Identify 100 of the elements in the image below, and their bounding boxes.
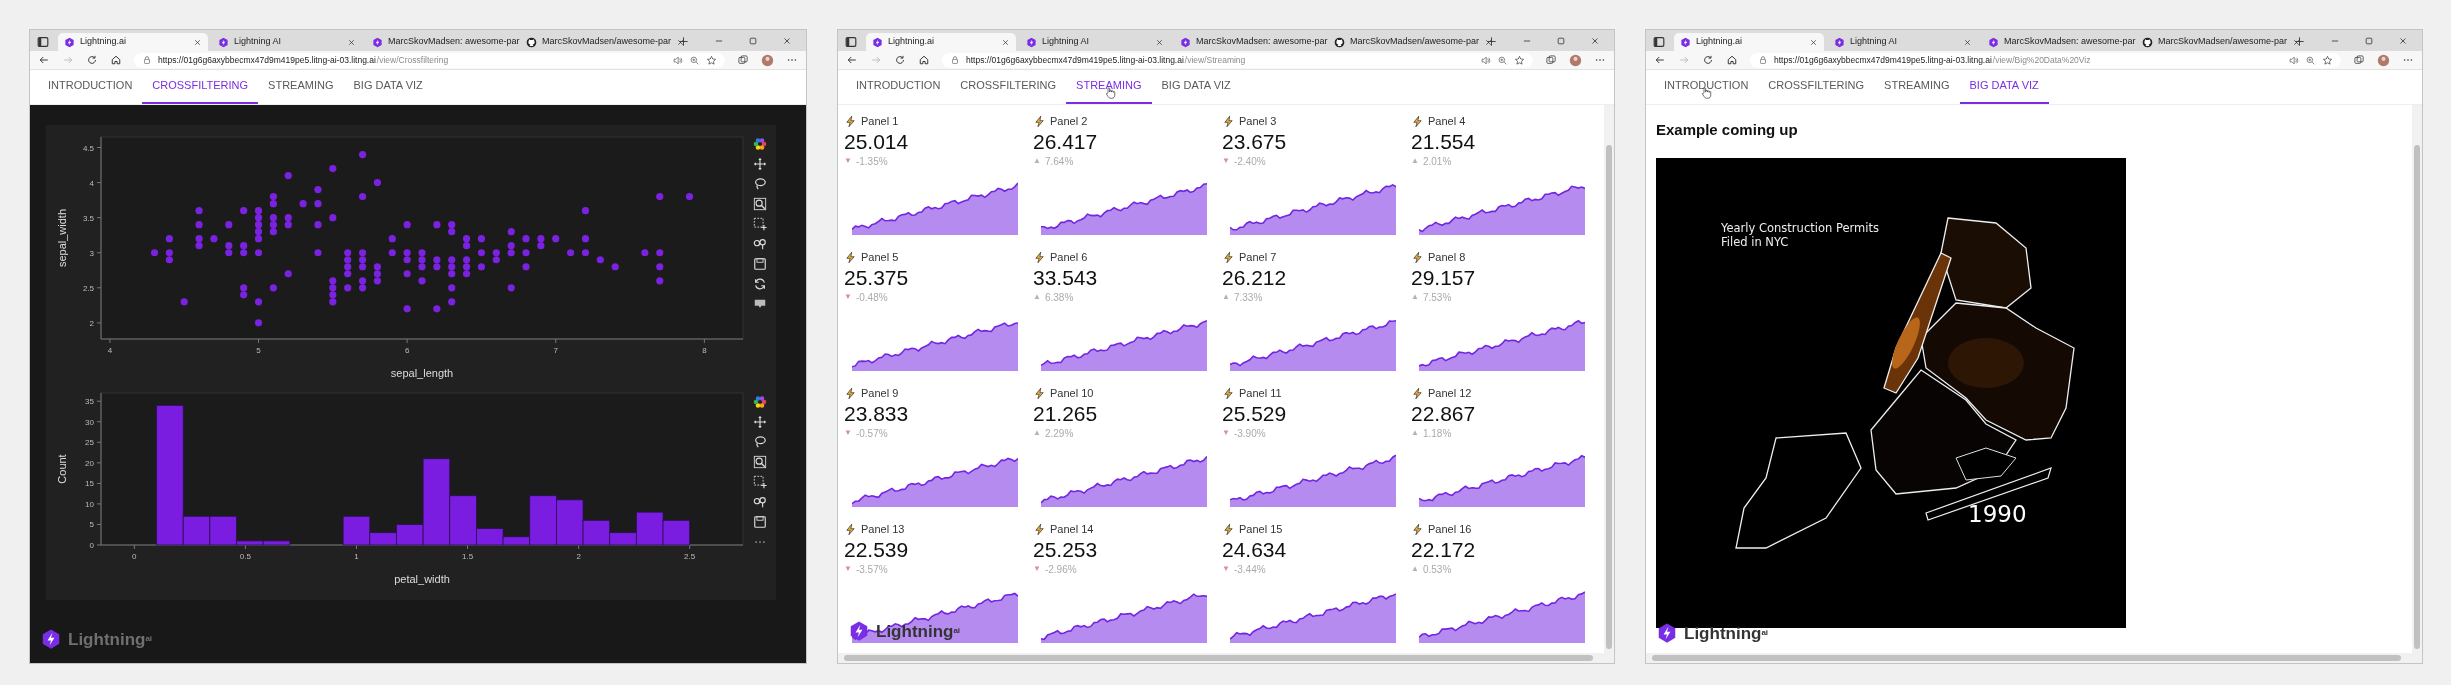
address-bar[interactable]: https://01g6g6axybbecmx47d9m419pe5.litng-ai-03.litng.ai/view/Big%20Data%20Viz [1750,52,2341,68]
avatar-icon[interactable] [1569,53,1582,67]
maximize-icon[interactable] [2364,35,2374,46]
back-icon[interactable] [1654,54,1666,66]
read-aloud-icon[interactable] [672,54,683,66]
collections-icon[interactable] [1545,54,1557,66]
app-tab[interactable]: STREAMING [1066,69,1152,104]
url-host: https://01g6g6axybbecmx47d9m419pe5.litng-ai-03.litng.ai [966,53,1184,67]
home-icon[interactable] [918,54,930,66]
browser-tab[interactable]: MarcSkovMadsen/awesome-par [520,33,670,51]
panel-title: Panel 2 [1050,114,1088,129]
favorites-star-icon[interactable] [706,54,717,66]
lasso-icon[interactable] [753,435,767,449]
avatar-icon[interactable] [761,53,774,67]
save-icon[interactable] [753,257,767,271]
panel-value: 22.172 [1411,537,1477,562]
hover-icon[interactable] [753,495,767,509]
app-tab[interactable]: STREAMING [1874,69,1960,104]
reload-icon[interactable] [894,54,906,66]
reload-icon[interactable] [1702,54,1714,66]
lightning-bolt-icon [1033,386,1046,400]
close-icon[interactable] [1963,37,1972,47]
close-icon[interactable] [1590,35,1600,46]
zoom-icon[interactable] [753,197,767,211]
vertical-scrollbar[interactable] [2412,105,2422,653]
save-icon[interactable] [753,515,767,529]
horizontal-scrollbar[interactable] [1646,653,2422,663]
vertical-scrollbar[interactable] [1604,105,1614,653]
app-tab[interactable]: BIG DATA VIZ [1959,69,2049,104]
panel-value: 25.529 [1222,401,1288,426]
home-icon[interactable] [110,54,122,66]
tick-label: 2.5 [684,552,696,561]
collections-icon[interactable] [737,54,749,66]
close-icon[interactable] [1001,37,1010,47]
browser-tab[interactable]: Lightning.ai [1674,33,1824,51]
panel-title: Panel 4 [1428,114,1466,129]
reload-icon[interactable] [86,54,98,66]
tab-actions-icon[interactable] [36,35,50,49]
back-icon[interactable] [38,54,50,66]
lasso-icon[interactable] [753,177,767,191]
panel-value: 24.634 [1222,537,1288,562]
hexagon-bolt-icon [1834,36,1845,48]
browser-tab[interactable]: Lightning AI [1828,33,1978,51]
app-tab[interactable]: INTRODUCTION [38,69,143,104]
page-heading: Example coming up [1656,120,1799,140]
browser-tab[interactable]: Lightning.ai [58,33,208,51]
zoom-icon[interactable] [753,455,767,469]
back-icon[interactable] [846,54,858,66]
browser-tab[interactable]: MarcSkovMadsen/awesome-par [2136,33,2286,51]
app-tab[interactable]: STREAMING [258,69,344,104]
hover-icon[interactable] [753,237,767,251]
browser-tab[interactable]: MarcSkovMadsen/awesome-par [1328,33,1478,51]
lightning-bolt-icon [844,386,857,400]
maximize-icon[interactable] [748,35,758,46]
close-icon[interactable] [782,35,792,46]
close-icon[interactable] [2398,35,2408,46]
tick-label: 10 [85,499,94,509]
browser-tab[interactable]: Lightning AI [212,33,362,51]
tick-label: 2 [89,318,94,328]
url-path: /view/Big%20Data%20Viz [1992,53,2091,67]
browser-tab[interactable]: Lightning.ai [866,33,1016,51]
read-aloud-icon[interactable] [2288,54,2299,66]
panel-title: Panel 1 [861,114,899,129]
tab-actions-icon[interactable] [844,35,858,49]
favorites-star-icon[interactable] [2322,54,2333,66]
reset-icon[interactable] [753,277,767,291]
change-text: -3.44% [1233,562,1266,577]
cat-icon [526,36,537,48]
close-icon[interactable] [1809,37,1818,47]
maximize-icon[interactable] [1556,35,1566,46]
avatar-icon[interactable] [2377,53,2390,67]
lightning-bolt-icon [1222,386,1235,400]
color-wheel-icon[interactable] [753,137,767,151]
close-icon[interactable] [193,37,202,47]
tick-label: 0 [89,541,94,550]
box-select-icon[interactable] [753,475,767,489]
app-tab[interactable]: CROSSFILTERING [950,69,1067,104]
address-bar[interactable]: https://01g6g6axybbecmx47d9m419pe5.litng-ai-03.litng.ai/view/Streaming [942,52,1533,68]
app-tab[interactable]: BIG DATA VIZ [343,69,433,104]
read-aloud-icon[interactable] [1480,54,1491,66]
panel-title: Panel 12 [1428,386,1472,401]
app-tab[interactable]: BIG DATA VIZ [1151,69,1241,104]
move-icon[interactable] [753,157,767,171]
app-tab[interactable]: INTRODUCTION [846,69,951,104]
close-icon[interactable] [347,37,356,47]
home-icon[interactable] [1726,54,1738,66]
box-select-icon[interactable] [753,217,767,231]
panel-title: Panel 6 [1050,250,1088,265]
browser-tab[interactable]: Lightning AI [1020,33,1170,51]
move-icon[interactable] [753,415,767,429]
favorites-star-icon[interactable] [1514,54,1525,66]
address-bar[interactable]: https://01g6g6axybbecmx47d9m419pe5.litng-ai-03.litng.ai/view/Crossfiltering [134,52,725,68]
app-tab[interactable]: INTRODUCTION [1654,69,1759,104]
tab-actions-icon[interactable] [1652,35,1666,49]
color-wheel-icon[interactable] [753,395,767,409]
horizontal-scrollbar[interactable] [838,653,1614,663]
app-tab[interactable]: CROSSFILTERING [1758,69,1875,104]
collections-icon[interactable] [2353,54,2365,66]
trend-arrow: ▼ [1222,429,1230,438]
close-icon[interactable] [1155,37,1164,47]
